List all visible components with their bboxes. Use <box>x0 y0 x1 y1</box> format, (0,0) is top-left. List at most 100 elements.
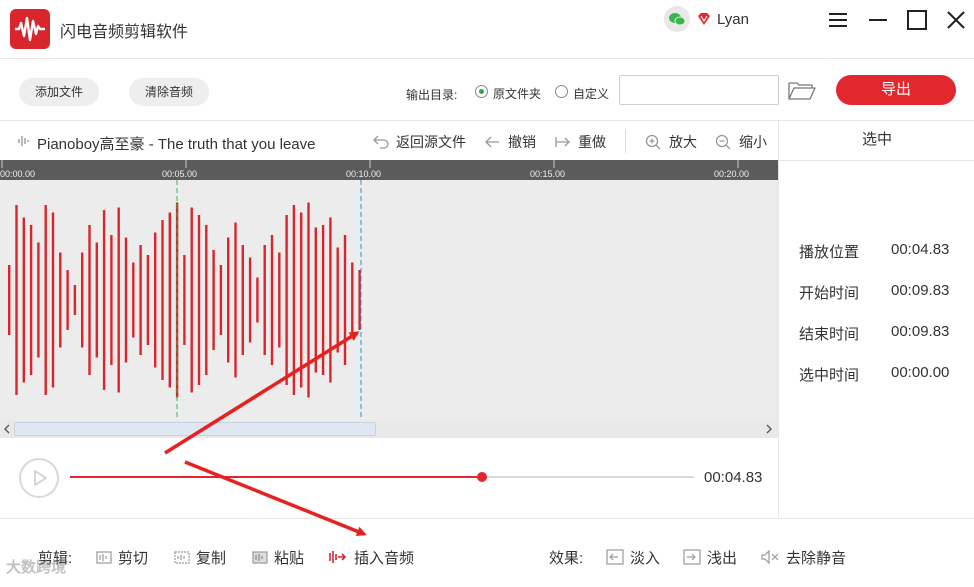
waveform-bar <box>81 252 84 348</box>
playback-progress-bar[interactable] <box>70 472 694 482</box>
vip-badge-icon <box>697 12 711 31</box>
folder-open-icon[interactable] <box>788 80 816 105</box>
waveform-bar <box>161 220 164 380</box>
horizontal-scrollbar[interactable] <box>0 420 778 438</box>
paste-button[interactable]: 粘贴 <box>252 547 304 568</box>
waveform-bar <box>88 225 91 375</box>
waveform-bar <box>197 215 201 385</box>
fade-out-button[interactable]: 浅出 <box>683 547 737 568</box>
progress-fill <box>70 476 482 478</box>
track-title: Pianoboy高至豪 - The truth that you leave <box>37 136 316 153</box>
waveform-bar <box>256 277 259 323</box>
waveform-bar <box>212 250 215 350</box>
info-label: 播放位置 <box>799 244 860 261</box>
zoom-out-label: 缩小 <box>739 134 767 150</box>
toolbar-separator <box>625 129 626 153</box>
waveform-bar <box>263 245 266 355</box>
waveform-bar <box>44 205 47 395</box>
waveform-bar <box>124 237 128 363</box>
menu-icon[interactable] <box>826 8 850 32</box>
cut-button[interactable]: 剪切 <box>96 547 148 568</box>
player-bar: 00:04.83 <box>0 438 778 518</box>
waveform-area[interactable] <box>0 180 778 420</box>
waveform-bar <box>241 245 244 355</box>
fade-out-label: 浅出 <box>707 550 738 567</box>
title-bar: 闪电音频剪辑软件 Lyan <box>0 0 974 58</box>
minimize-icon[interactable] <box>866 8 890 32</box>
info-value: 00:09.83 <box>891 323 950 340</box>
info-value: 00:09.83 <box>891 282 950 299</box>
waveform-bar <box>168 212 171 388</box>
waveform-bar <box>59 252 62 348</box>
waveform-bar <box>8 265 11 335</box>
clear-audio-button[interactable]: 清除音频 <box>129 78 210 106</box>
zoom-in-button[interactable]: 放大 <box>645 132 697 152</box>
radio-custom[interactable] <box>555 85 568 98</box>
waveform-bar <box>139 245 142 355</box>
waveform-bar <box>66 270 69 330</box>
waveform-bar <box>15 205 18 395</box>
info-label: 开始时间 <box>799 285 860 302</box>
waveform-bar <box>29 225 33 375</box>
scroll-left-icon[interactable] <box>2 420 12 438</box>
waveform-bar <box>110 235 113 365</box>
waveform-bar <box>183 255 186 345</box>
waveform-bar <box>234 222 237 378</box>
waveform-bar <box>132 262 135 338</box>
info-row-selected-time: 选中时间 00:00.00 <box>799 364 959 385</box>
username[interactable]: Lyan <box>717 11 749 28</box>
main-toolbar: 添加文件 清除音频 输出目录: 原文件夹 自定义 导出 <box>0 58 974 120</box>
app-title: 闪电音频剪辑软件 <box>60 24 189 41</box>
selection-panel-header: 选中 <box>779 121 974 161</box>
scroll-right-icon[interactable] <box>764 420 774 438</box>
redo-button[interactable]: 重做 <box>554 132 606 152</box>
progress-knob[interactable] <box>476 472 487 482</box>
output-path-input[interactable] <box>619 75 779 105</box>
bottom-toolbar: 剪辑: 剪切 复制 粘贴 插入音频 效果: 淡入 浅出 去除静音 <box>0 518 974 587</box>
radio-source-folder[interactable] <box>475 85 488 98</box>
back-to-source-button[interactable]: 返回源文件 <box>372 132 466 152</box>
info-label: 选中时间 <box>799 367 860 384</box>
zoom-out-button[interactable]: 缩小 <box>715 132 767 152</box>
effect-label: 效果: <box>549 550 584 567</box>
waveform-bar <box>248 257 252 343</box>
watermark: 大数跨境 <box>6 559 67 576</box>
paste-label: 粘贴 <box>274 550 305 567</box>
selection-panel: 选中 播放位置 00:04.83 开始时间 00:09.83 结束时间 00:0… <box>778 120 974 518</box>
info-value: 00:04.83 <box>891 241 950 258</box>
add-file-button[interactable]: 添加文件 <box>19 78 100 106</box>
waveform-bar <box>343 235 347 365</box>
undo-label: 撤销 <box>508 134 536 150</box>
waveform-bar <box>227 237 230 363</box>
waveform-bar <box>329 217 332 383</box>
fade-in-label: 淡入 <box>630 550 661 567</box>
insert-audio-button[interactable]: 插入音频 <box>328 547 414 568</box>
ruler-tick-label: 00:20.00 <box>714 169 749 179</box>
remove-silence-button[interactable]: 去除静音 <box>760 547 846 568</box>
copy-button[interactable]: 复制 <box>174 547 226 568</box>
fade-in-button[interactable]: 淡入 <box>606 547 660 568</box>
waveform-bar <box>102 210 106 390</box>
waveform-bar <box>73 285 77 315</box>
maximize-icon[interactable] <box>905 8 929 32</box>
waveform-bar <box>37 242 40 358</box>
waveform-bar <box>314 227 317 373</box>
export-button[interactable]: 导出 <box>836 75 956 105</box>
waveform-bar <box>351 262 354 338</box>
time-ruler[interactable]: 00:00.00 00:05.00 00:10.00 00:15.00 00:2… <box>0 160 778 180</box>
back-to-source-label: 返回源文件 <box>396 134 466 150</box>
remove-silence-label: 去除静音 <box>786 550 847 567</box>
close-icon[interactable] <box>944 8 968 32</box>
cut-label: 剪切 <box>118 550 149 567</box>
waveform-bar <box>205 225 208 375</box>
waveform-bar <box>219 265 223 335</box>
scrollbar-thumb[interactable] <box>14 422 376 436</box>
waveform-bar <box>22 217 25 383</box>
waveform-bar <box>95 242 98 358</box>
waveform-bar <box>292 205 296 395</box>
ruler-tick-label: 00:00.00 <box>0 169 35 179</box>
play-button[interactable] <box>19 458 59 498</box>
undo-button[interactable]: 撤销 <box>484 132 536 152</box>
waveform-bar <box>278 252 281 348</box>
wechat-icon[interactable] <box>664 6 690 32</box>
